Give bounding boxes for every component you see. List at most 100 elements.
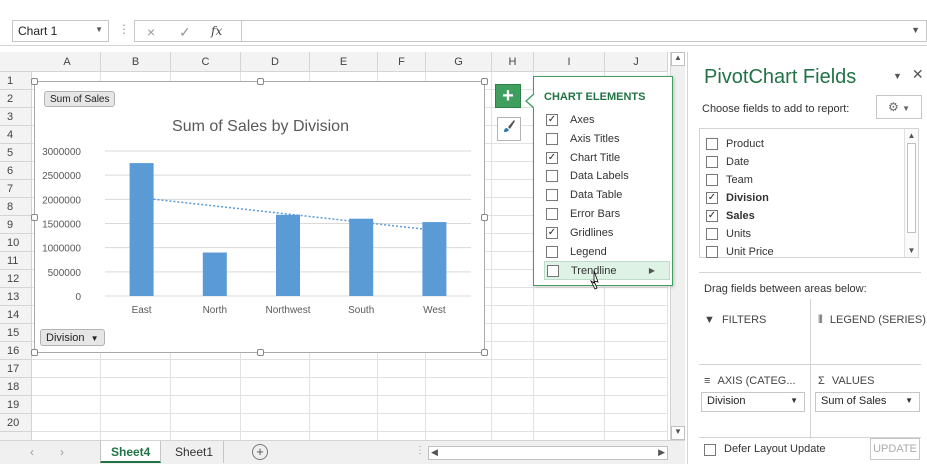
row-header-4[interactable]: 4 (0, 126, 32, 144)
chart-element-chart-title[interactable]: ✓ Chart Title (544, 149, 670, 168)
resize-handle[interactable] (481, 78, 488, 85)
row-header-10[interactable]: 10 (0, 234, 32, 252)
row-header-20[interactable]: 20 (0, 414, 32, 432)
tools-button[interactable]: ⚙ ▼ (876, 95, 922, 119)
scroll-tabs-right-icon[interactable]: › (60, 445, 64, 459)
resize-handle[interactable] (481, 349, 488, 356)
row-header-7[interactable]: 7 (0, 180, 32, 198)
chevron-down-icon[interactable]: ▼ (790, 396, 798, 405)
resize-handle[interactable] (257, 78, 264, 85)
chart-element-data-labels[interactable]: Data Labels (544, 167, 670, 186)
row-header-3[interactable]: 3 (0, 108, 32, 126)
column-header-i[interactable]: I (534, 52, 605, 72)
resize-handle[interactable] (257, 349, 264, 356)
close-icon[interactable]: ✕ (912, 66, 924, 82)
scroll-down-icon[interactable]: ▼ (905, 246, 918, 255)
values-field-dropdown[interactable]: Sum of Sales ▼ (815, 392, 920, 412)
checkbox[interactable]: ✓ (706, 210, 718, 222)
formula-input[interactable]: ▼ (242, 20, 927, 42)
checkbox[interactable]: ✓ (546, 151, 558, 164)
row-header-11[interactable]: 11 (0, 252, 32, 270)
checkbox[interactable] (546, 132, 558, 145)
column-header-h[interactable]: H (492, 52, 534, 72)
scroll-up-icon[interactable]: ▲ (671, 52, 685, 66)
checkbox[interactable] (546, 208, 558, 220)
sheet-tab-sheet1[interactable]: Sheet1 (165, 441, 225, 463)
chart-element-data-table[interactable]: Data Table (544, 186, 670, 205)
column-header-b[interactable]: B (101, 52, 171, 72)
checkbox[interactable] (704, 444, 716, 456)
scroll-thumb[interactable] (907, 143, 916, 233)
column-header-d[interactable]: D (241, 52, 310, 72)
insert-function-icon[interactable]: fx (211, 24, 222, 38)
checkbox[interactable] (706, 174, 718, 186)
chart-element-axes[interactable]: ✓ Axes (544, 111, 670, 130)
resize-handle[interactable] (31, 78, 38, 85)
checkbox[interactable] (546, 245, 558, 258)
chart-element-gridlines[interactable]: ✓ Gridlines (544, 224, 670, 243)
row-header-15[interactable]: 15 (0, 324, 32, 342)
row-header-2[interactable]: 2 (0, 90, 32, 108)
chevron-down-icon[interactable]: ▼ (905, 396, 913, 405)
resize-handle[interactable] (481, 214, 488, 221)
checkbox[interactable] (546, 170, 558, 183)
scroll-right-icon[interactable]: ▶ (658, 447, 665, 458)
scroll-tabs-left-icon[interactable]: ‹ (30, 445, 34, 459)
column-header-f[interactable]: F (378, 52, 426, 72)
chart-elements-button[interactable]: + (495, 84, 521, 108)
row-header-12[interactable]: 12 (0, 270, 32, 288)
checkbox[interactable] (706, 138, 718, 150)
row-header-18[interactable]: 18 (0, 378, 32, 396)
sheet-tab-sheet4[interactable]: Sheet4 (100, 441, 162, 463)
column-header-g[interactable]: G (426, 52, 492, 72)
row-header-6[interactable]: 6 (0, 162, 32, 180)
row-header-1[interactable]: 1 (0, 72, 32, 90)
resize-handle[interactable] (31, 214, 38, 221)
checkbox[interactable] (547, 265, 559, 278)
scroll-left-icon[interactable]: ◀ (431, 447, 438, 458)
checkbox[interactable] (546, 189, 558, 202)
update-button[interactable]: UPDATE (870, 438, 920, 460)
row-header-14[interactable]: 14 (0, 306, 32, 324)
column-header-a[interactable]: A (34, 52, 101, 72)
axis-field-button[interactable]: Division ▼ (40, 329, 105, 346)
resize-handle[interactable] (31, 349, 38, 356)
scroll-up-icon[interactable]: ▲ (905, 131, 918, 140)
cancel-icon[interactable]: × (147, 24, 155, 40)
checkbox[interactable]: ✓ (546, 226, 558, 239)
row-header-8[interactable]: 8 (0, 198, 32, 216)
field-list-scrollbar[interactable]: ▲ ▼ (904, 129, 918, 257)
tab-splitter-grip[interactable]: ⋮ (415, 445, 425, 456)
row-header-16[interactable]: 16 (0, 342, 32, 360)
column-header-e[interactable]: E (310, 52, 378, 72)
chart-element-trendline[interactable]: Trendline▶ (544, 261, 670, 281)
axis-field-dropdown[interactable]: Division ▼ (701, 392, 805, 412)
scroll-down-icon[interactable]: ▼ (671, 426, 685, 440)
row-header-13[interactable]: 13 (0, 288, 32, 306)
chart-element-legend[interactable]: Legend (544, 243, 670, 262)
chart-title[interactable]: Sum of Sales by Division (35, 118, 486, 136)
submenu-arrow-icon[interactable]: ▶ (649, 262, 655, 280)
row-header-9[interactable]: 9 (0, 216, 32, 234)
chart-element-axis-titles[interactable]: Axis Titles (544, 130, 670, 149)
chevron-down-icon[interactable]: ▼ (95, 25, 103, 34)
checkbox[interactable] (706, 228, 718, 240)
value-field-button[interactable]: Sum of Sales (44, 91, 116, 107)
checkbox[interactable] (706, 156, 718, 168)
chart-element-error-bars[interactable]: Error Bars (544, 205, 670, 224)
expand-formula-icon[interactable]: ▼ (911, 25, 920, 35)
checkbox[interactable]: ✓ (706, 192, 718, 204)
name-box[interactable]: Chart 1 ▼ (12, 20, 109, 42)
column-header-c[interactable]: C (171, 52, 241, 72)
checkbox[interactable]: ✓ (546, 114, 558, 126)
add-sheet-button[interactable]: + (252, 444, 268, 460)
row-header-19[interactable]: 19 (0, 396, 32, 414)
row-header-17[interactable]: 17 (0, 360, 32, 378)
pane-options-icon[interactable]: ▼ (893, 71, 902, 81)
checkbox[interactable] (706, 246, 718, 258)
enter-icon[interactable]: ✓ (179, 24, 191, 41)
column-header-j[interactable]: J (605, 52, 668, 72)
row-header-5[interactable]: 5 (0, 144, 32, 162)
chart-styles-button[interactable] (497, 117, 521, 141)
horizontal-scrollbar[interactable]: ◀ ▶ (428, 446, 668, 460)
